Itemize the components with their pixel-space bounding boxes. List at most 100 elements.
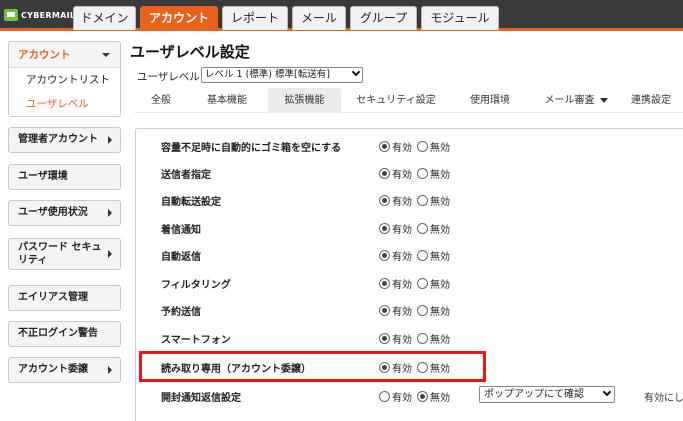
radio-disabled[interactable] bbox=[417, 333, 428, 344]
chevron-right-icon bbox=[108, 250, 112, 258]
sidebar-item-label: エイリアス管理 bbox=[18, 292, 88, 303]
radio-disabled-label: 無効 bbox=[430, 225, 450, 236]
user-level-label: ユーザレベル bbox=[137, 71, 200, 83]
radio-disabled-label: 無効 bbox=[430, 143, 450, 154]
cybermail-logo: CYBERMAIL bbox=[4, 7, 75, 23]
tab-report[interactable]: レポート bbox=[222, 6, 288, 30]
radio-enabled[interactable] bbox=[379, 333, 390, 344]
subtab-label: メール審査 bbox=[544, 95, 595, 106]
setting-label: 自動転送設定 bbox=[161, 197, 221, 208]
radio-enabled[interactable] bbox=[379, 141, 390, 152]
radio-enabled[interactable] bbox=[379, 195, 390, 206]
subtab-general[interactable]: 全般 bbox=[140, 88, 182, 113]
chevron-right-icon bbox=[108, 209, 112, 217]
radio-enabled[interactable] bbox=[379, 278, 390, 289]
settings-subtabs: 全般 基本機能 拡張機能 セキュリティ設定 使用環境 メール審査 連携設定 bbox=[135, 88, 683, 113]
enable-radio-group: 有効 無効 bbox=[379, 166, 455, 181]
subtab-integration[interactable]: 連携設定 bbox=[623, 88, 679, 113]
radio-disabled[interactable] bbox=[417, 141, 428, 152]
tab-mail[interactable]: メール bbox=[292, 6, 346, 30]
sidebar-item-user-level[interactable]: ユーザレベル bbox=[9, 92, 120, 116]
sidebar-item-label: 不正ログイン警告 bbox=[18, 328, 98, 339]
setting-label: 予約送信 bbox=[161, 307, 201, 318]
setting-row: 着信通知 有効 無効 bbox=[136, 215, 683, 241]
tab-account[interactable]: アカウント bbox=[140, 6, 218, 30]
sidebar-item-admin-account[interactable]: 管理者アカウント bbox=[8, 127, 121, 153]
setting-row: 自動転送設定 有効 無効 bbox=[136, 187, 683, 213]
radio-disabled[interactable] bbox=[417, 391, 428, 402]
tab-domain[interactable]: ドメイン bbox=[73, 6, 136, 30]
radio-enabled-label: 有効 bbox=[392, 393, 412, 404]
radio-disabled[interactable] bbox=[417, 250, 428, 261]
read-receipt-mode-value: ポップアップにて確認 bbox=[484, 389, 584, 400]
enable-radio-group: 有効 無効 bbox=[379, 276, 455, 291]
enable-radio-group: 有効 無効 bbox=[379, 248, 455, 263]
radio-enabled[interactable] bbox=[379, 391, 390, 402]
radio-disabled[interactable] bbox=[417, 305, 428, 316]
mail-logo-icon bbox=[4, 9, 18, 21]
sidebar-account-group: アカウント アカウントリスト ユーザレベル bbox=[8, 41, 121, 117]
highlight-box bbox=[139, 351, 486, 382]
subtab-extended[interactable]: 拡張機能 bbox=[268, 88, 341, 113]
sidebar-item-label: 管理者アカウント bbox=[18, 134, 98, 145]
enable-radio-group: 有効 無効 bbox=[379, 193, 455, 208]
radio-enabled[interactable] bbox=[379, 250, 390, 261]
user-level-select[interactable]: レベル 1 (標準) 標準[転送有] bbox=[201, 67, 363, 83]
radio-enabled-label: 有効 bbox=[392, 335, 412, 346]
radio-disabled[interactable] bbox=[417, 223, 428, 234]
sidebar-item-account[interactable]: アカウント bbox=[9, 42, 120, 68]
sidebar-item-account-list[interactable]: アカウントリスト bbox=[9, 68, 120, 92]
sidebar-item-login-alert[interactable]: 不正ログイン警告 bbox=[8, 321, 121, 347]
setting-label: 容量不足時に自動的にゴミ箱を空にする bbox=[161, 143, 342, 154]
radio-disabled-label: 無効 bbox=[430, 197, 450, 208]
radio-disabled-label: 無効 bbox=[430, 393, 450, 404]
sidebar-item-user-env[interactable]: ユーザ環境 bbox=[8, 164, 121, 190]
setting-label: 開封通知返信設定 bbox=[161, 393, 241, 404]
sidebar-item-user-usage[interactable]: ユーザ使用状況 bbox=[8, 200, 121, 226]
sidebar-item-alias[interactable]: エイリアス管理 bbox=[8, 285, 121, 311]
subtab-environment[interactable]: 使用環境 bbox=[460, 88, 520, 113]
subtab-basic[interactable]: 基本機能 bbox=[194, 88, 260, 113]
radio-enabled-label: 有効 bbox=[392, 307, 412, 318]
top-bar: CYBERMAIL ドメイン アカウント レポート メール グループ モジュール bbox=[0, 0, 683, 31]
tab-module[interactable]: モジュール bbox=[421, 6, 499, 30]
radio-disabled-label: 無効 bbox=[430, 170, 450, 181]
sidebar-item-password-security[interactable]: パスワード セキュリティ bbox=[8, 238, 121, 270]
radio-disabled[interactable] bbox=[417, 195, 428, 206]
setting-label: 送信者指定 bbox=[161, 170, 211, 181]
radio-disabled-label: 無効 bbox=[430, 335, 450, 346]
subtab-security[interactable]: セキュリティ設定 bbox=[348, 88, 444, 113]
setting-row: 開封通知返信設定 有効 無効 ポップアップにて確認 有効にし bbox=[136, 383, 683, 409]
setting-label: 着信通知 bbox=[161, 225, 201, 236]
setting-row: スマートフォン 有効 無効 bbox=[136, 325, 683, 351]
chevron-right-icon bbox=[108, 136, 112, 144]
enable-radio-group: 有効 無効 bbox=[379, 221, 455, 236]
radio-enabled-label: 有効 bbox=[392, 252, 412, 263]
setting-label: スマートフォン bbox=[161, 335, 231, 346]
radio-disabled[interactable] bbox=[417, 168, 428, 179]
radio-enabled[interactable] bbox=[379, 223, 390, 234]
radio-enabled[interactable] bbox=[379, 305, 390, 316]
subtab-mail-review[interactable]: メール審査 bbox=[537, 88, 615, 113]
read-receipt-mode-select[interactable]: ポップアップにて確認 bbox=[479, 386, 615, 403]
sidebar-item-delegation[interactable]: アカウント委譲 bbox=[8, 357, 121, 383]
radio-enabled-label: 有効 bbox=[392, 197, 412, 208]
tab-group[interactable]: グループ bbox=[350, 6, 417, 30]
radio-disabled-label: 無効 bbox=[430, 280, 450, 291]
sidebar-item-label: ユーザ環境 bbox=[18, 171, 68, 182]
sidebar-item-label: アカウント bbox=[18, 49, 71, 61]
sidebar-item-label: アカウント委譲 bbox=[18, 364, 88, 375]
sidebar-item-label: ユーザ使用状況 bbox=[18, 207, 88, 218]
setting-row: 自動返信 有効 無効 bbox=[136, 242, 683, 268]
radio-enabled-label: 有効 bbox=[392, 225, 412, 236]
radio-enabled-label: 有効 bbox=[392, 143, 412, 154]
radio-disabled[interactable] bbox=[417, 278, 428, 289]
radio-disabled-label: 無効 bbox=[430, 307, 450, 318]
radio-enabled[interactable] bbox=[379, 168, 390, 179]
logo-text: CYBERMAIL bbox=[21, 10, 76, 20]
caret-down-icon bbox=[599, 97, 608, 103]
radio-enabled-label: 有効 bbox=[392, 170, 412, 181]
chevron-down-icon bbox=[102, 53, 110, 57]
chevron-down-icon bbox=[351, 67, 361, 77]
enable-radio-group: 有効 無効 bbox=[379, 303, 455, 318]
